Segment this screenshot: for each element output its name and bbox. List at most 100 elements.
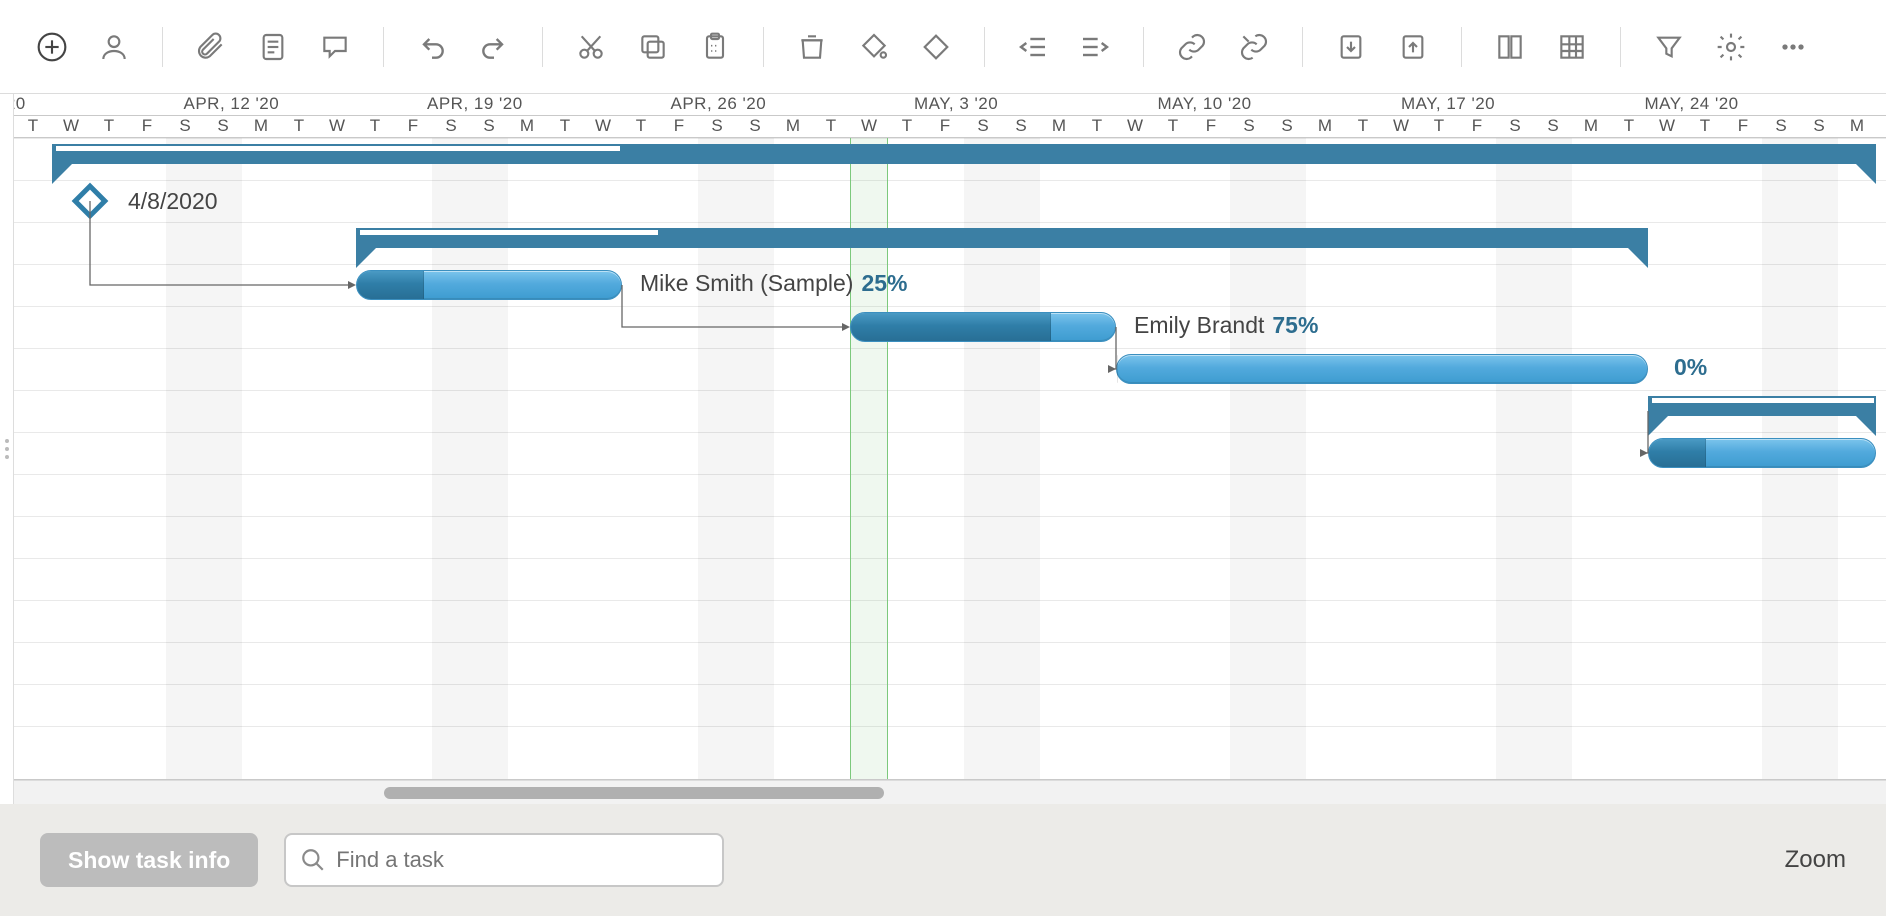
task-label: Emily Brandt75%: [1134, 312, 1318, 339]
more-icon[interactable]: [1773, 27, 1813, 67]
day-cell: W: [1648, 116, 1686, 137]
day-cell: S: [1496, 116, 1534, 137]
task-bar[interactable]: [1116, 354, 1648, 384]
panel-resize-handle[interactable]: [0, 94, 14, 804]
day-cell: W: [318, 116, 356, 137]
find-task-input[interactable]: [336, 847, 708, 873]
day-cell: F: [1724, 116, 1762, 137]
delete-icon[interactable]: [792, 27, 832, 67]
day-cell: F: [660, 116, 698, 137]
search-icon: [300, 847, 326, 873]
undo-icon[interactable]: [412, 27, 452, 67]
week-label: APR, 12 '20: [182, 94, 426, 115]
find-task-search[interactable]: [284, 833, 724, 887]
day-cell: S: [470, 116, 508, 137]
gantt-chart[interactable]: 4/8/2020 Mike Smith (Sample)25% Emily Bran…: [14, 138, 1886, 780]
download-icon[interactable]: [1331, 27, 1371, 67]
task-bar[interactable]: [1648, 438, 1876, 468]
day-cell: M: [1838, 116, 1876, 137]
toolbar: [0, 0, 1886, 94]
fill-icon[interactable]: [854, 27, 894, 67]
day-cell: F: [1458, 116, 1496, 137]
day-cell: T: [1420, 116, 1458, 137]
diamond-icon[interactable]: [916, 27, 956, 67]
task-label: 0%: [1666, 354, 1707, 381]
day-cell: S: [1762, 116, 1800, 137]
assign-icon[interactable]: [94, 27, 134, 67]
scrollbar-thumb[interactable]: [384, 787, 884, 799]
day-cell: T: [888, 116, 926, 137]
day-cell: S: [736, 116, 774, 137]
day-cell: S: [204, 116, 242, 137]
day-cell: F: [394, 116, 432, 137]
day-cell: S: [432, 116, 470, 137]
week-label: MAY, 17 '20: [1399, 94, 1643, 115]
day-cell: S: [1002, 116, 1040, 137]
attach-icon[interactable]: [191, 27, 231, 67]
day-cell: F: [128, 116, 166, 137]
day-cell: T: [812, 116, 850, 137]
unlink-icon[interactable]: [1234, 27, 1274, 67]
week-label: APR, 5 '20: [0, 94, 182, 115]
day-cell: S: [1534, 116, 1572, 137]
day-cell: M: [242, 116, 280, 137]
horizontal-scrollbar[interactable]: [14, 780, 1886, 804]
day-cell: S: [1230, 116, 1268, 137]
day-cell: S: [964, 116, 1002, 137]
redo-icon[interactable]: [474, 27, 514, 67]
summary-bar[interactable]: [356, 228, 1648, 248]
footer-bar: Show task info Zoom: [0, 804, 1886, 916]
task-bar[interactable]: [850, 312, 1116, 342]
week-label: MAY, 10 '20: [1156, 94, 1400, 115]
summary-bar[interactable]: [1648, 396, 1876, 416]
day-cell: T: [1610, 116, 1648, 137]
day-cell: T: [622, 116, 660, 137]
summary-bar[interactable]: [52, 144, 1876, 164]
comment-icon[interactable]: [315, 27, 355, 67]
day-cell: W: [1382, 116, 1420, 137]
cut-icon[interactable]: [571, 27, 611, 67]
upload-icon[interactable]: [1393, 27, 1433, 67]
day-cell: S: [1268, 116, 1306, 137]
day-cell: T: [1344, 116, 1382, 137]
day-cell: T: [90, 116, 128, 137]
outdent-icon[interactable]: [1013, 27, 1053, 67]
day-cell: F: [1192, 116, 1230, 137]
milestone[interactable]: [72, 183, 109, 220]
day-cell: T: [1078, 116, 1116, 137]
day-cell: T: [356, 116, 394, 137]
day-cell: S: [166, 116, 204, 137]
day-cell: T: [1686, 116, 1724, 137]
settings-icon[interactable]: [1711, 27, 1751, 67]
day-cell: W: [1116, 116, 1154, 137]
day-cell: T: [546, 116, 584, 137]
week-label: APR, 26 '20: [669, 94, 913, 115]
day-cell: M: [774, 116, 812, 137]
day-cell: T: [1154, 116, 1192, 137]
grid-icon[interactable]: [1552, 27, 1592, 67]
filter-icon[interactable]: [1649, 27, 1689, 67]
day-cell: T: [280, 116, 318, 137]
day-cell: M: [1572, 116, 1610, 137]
day-cell: T: [1876, 116, 1886, 137]
show-task-info-button[interactable]: Show task info: [40, 833, 258, 887]
week-label: APR, 19 '20: [425, 94, 669, 115]
task-label: Mike Smith (Sample)25%: [640, 270, 907, 297]
zoom-label: Zoom: [1785, 846, 1846, 874]
note-icon[interactable]: [253, 27, 293, 67]
paste-icon[interactable]: [695, 27, 735, 67]
week-label: MAY, 24 '20: [1643, 94, 1886, 115]
indent-icon[interactable]: [1075, 27, 1115, 67]
copy-icon[interactable]: [633, 27, 673, 67]
milestone-label: 4/8/2020: [128, 188, 218, 215]
day-cell: W: [850, 116, 888, 137]
day-cell: M: [1040, 116, 1078, 137]
add-icon[interactable]: [32, 27, 72, 67]
columns-icon[interactable]: [1490, 27, 1530, 67]
day-cell: M: [508, 116, 546, 137]
timeline-header: APR, 5 '20APR, 12 '20APR, 19 '20APR, 26 …: [14, 94, 1886, 138]
day-cell: M: [1306, 116, 1344, 137]
day-cell: W: [52, 116, 90, 137]
link-icon[interactable]: [1172, 27, 1212, 67]
task-bar[interactable]: [356, 270, 622, 300]
